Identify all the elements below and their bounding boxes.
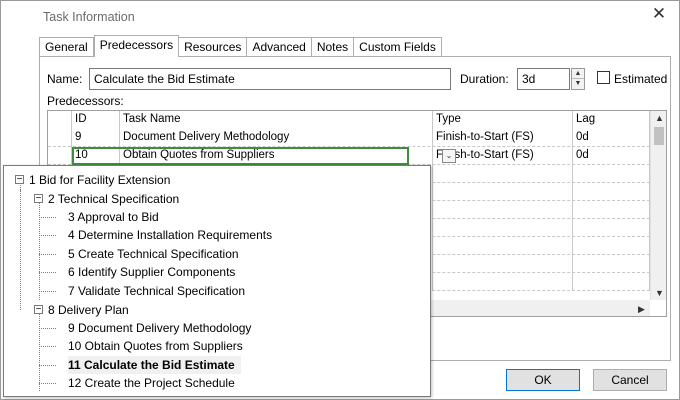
- duration-spinner[interactable]: ▲ ▼: [571, 68, 585, 90]
- scroll-right-icon[interactable]: ▶: [633, 302, 650, 316]
- scroll-down-icon[interactable]: ▼: [651, 286, 666, 300]
- task-tree-dropdown[interactable]: − 1 Bid for Facility Extension − 2 Techn…: [3, 165, 431, 397]
- tree-item[interactable]: 9 Document Delivery Methodology: [68, 319, 251, 337]
- cell-lag[interactable]: [573, 273, 650, 291]
- row-selector[interactable]: [48, 147, 72, 165]
- cell-lag[interactable]: [573, 165, 650, 183]
- tab-strip: General Predecessors Resources Advanced …: [39, 35, 442, 57]
- close-icon[interactable]: ✕: [651, 5, 667, 22]
- estimated-checkbox[interactable]: [597, 71, 610, 84]
- ok-button[interactable]: OK: [506, 369, 580, 391]
- tree-item[interactable]: 2 Technical Specification: [48, 190, 179, 208]
- tree-line: [39, 235, 56, 236]
- cell-task-name[interactable]: Document Delivery Methodology: [120, 129, 433, 147]
- row-selector-header: [48, 111, 72, 129]
- spin-down-icon[interactable]: ▼: [572, 79, 584, 89]
- predecessors-label: Predecessors:: [47, 94, 124, 108]
- cell-type[interactable]: [433, 255, 573, 273]
- estimated-label: Estimated: [614, 72, 668, 86]
- cell-lag[interactable]: [573, 219, 650, 237]
- cell-lag[interactable]: [573, 183, 650, 201]
- tab-general[interactable]: General: [39, 37, 94, 57]
- cell-type[interactable]: [433, 165, 573, 183]
- tree-line: [39, 346, 56, 347]
- tab-resources[interactable]: Resources: [179, 37, 248, 57]
- column-header-type[interactable]: Type: [433, 111, 573, 129]
- cell-id[interactable]: 10: [72, 147, 120, 165]
- duration-input[interactable]: 3d: [517, 68, 570, 90]
- cell-type[interactable]: [433, 237, 573, 255]
- tree-item[interactable]: 5 Create Technical Specification: [68, 245, 239, 263]
- tree-line: [39, 310, 40, 391]
- tree-item[interactable]: 8 Delivery Plan: [48, 301, 129, 319]
- tree-line: [20, 190, 21, 310]
- cell-type[interactable]: [433, 183, 573, 201]
- cell-lag[interactable]: [573, 201, 650, 219]
- collapse-icon[interactable]: −: [34, 305, 43, 315]
- cell-type[interactable]: [433, 273, 573, 291]
- cell-id[interactable]: 9: [72, 129, 120, 147]
- scroll-up-icon[interactable]: ▲: [651, 111, 666, 125]
- tab-notes[interactable]: Notes: [311, 37, 355, 57]
- tree-item[interactable]: 1 Bid for Facility Extension: [29, 171, 170, 189]
- column-header-lag[interactable]: Lag: [573, 111, 650, 129]
- tree-item-current[interactable]: 11 Calculate the Bid Estimate: [68, 356, 241, 374]
- tree-line: [39, 291, 56, 292]
- tree-line: [39, 199, 40, 300]
- tree-line: [39, 254, 56, 255]
- chevron-down-icon[interactable]: ⌄: [442, 149, 456, 163]
- table-row[interactable]: 9 Document Delivery Methodology Finish-t…: [48, 129, 650, 147]
- table-row[interactable]: 10 Obtain Quotes from Suppliers Finish-t…: [48, 147, 650, 165]
- tree-item[interactable]: 4 Determine Installation Requirements: [68, 226, 272, 244]
- tab-predecessors[interactable]: Predecessors: [93, 35, 180, 57]
- collapse-icon[interactable]: −: [15, 175, 24, 185]
- tree-item[interactable]: 7 Validate Technical Specification: [68, 282, 245, 300]
- tree-line: [39, 217, 56, 218]
- cell-type[interactable]: Finish-to-Start (FS): [433, 129, 573, 147]
- cell-type[interactable]: [433, 219, 573, 237]
- cell-type[interactable]: [433, 201, 573, 219]
- column-header-task-name[interactable]: Task Name: [120, 111, 433, 129]
- cell-lag[interactable]: [573, 237, 650, 255]
- spin-up-icon[interactable]: ▲: [572, 69, 584, 79]
- tab-advanced[interactable]: Advanced: [247, 37, 312, 57]
- row-selector[interactable]: [48, 129, 72, 147]
- cell-lag[interactable]: [573, 255, 650, 273]
- cancel-button[interactable]: Cancel: [593, 369, 667, 391]
- tree-line: [39, 383, 56, 384]
- name-label: Name:: [47, 72, 83, 86]
- duration-label: Duration:: [460, 72, 509, 86]
- tab-custom-fields[interactable]: Custom Fields: [354, 37, 442, 57]
- scrollbar-thumb[interactable]: [654, 127, 664, 145]
- column-header-id[interactable]: ID: [72, 111, 120, 129]
- tree-item[interactable]: 3 Approval to Bid: [68, 208, 159, 226]
- collapse-icon[interactable]: −: [34, 194, 43, 204]
- name-input[interactable]: Calculate the Bid Estimate: [89, 68, 451, 90]
- tree-item[interactable]: 6 Identify Supplier Components: [68, 263, 235, 281]
- tree-line: [39, 365, 56, 366]
- tree-line: [39, 272, 56, 273]
- cell-lag[interactable]: 0d: [573, 129, 650, 147]
- cell-lag[interactable]: 0d: [573, 147, 650, 165]
- tree-item[interactable]: 10 Obtain Quotes from Suppliers: [68, 337, 243, 355]
- grid-header: ID Task Name Type Lag: [48, 111, 650, 129]
- vertical-scrollbar[interactable]: ▲ ▼: [650, 111, 666, 300]
- cell-task-name[interactable]: Obtain Quotes from Suppliers: [120, 147, 433, 165]
- tree-line: [39, 328, 56, 329]
- dialog-title: Task Information: [43, 10, 135, 24]
- tree-item[interactable]: 12 Create the Project Schedule: [68, 374, 235, 392]
